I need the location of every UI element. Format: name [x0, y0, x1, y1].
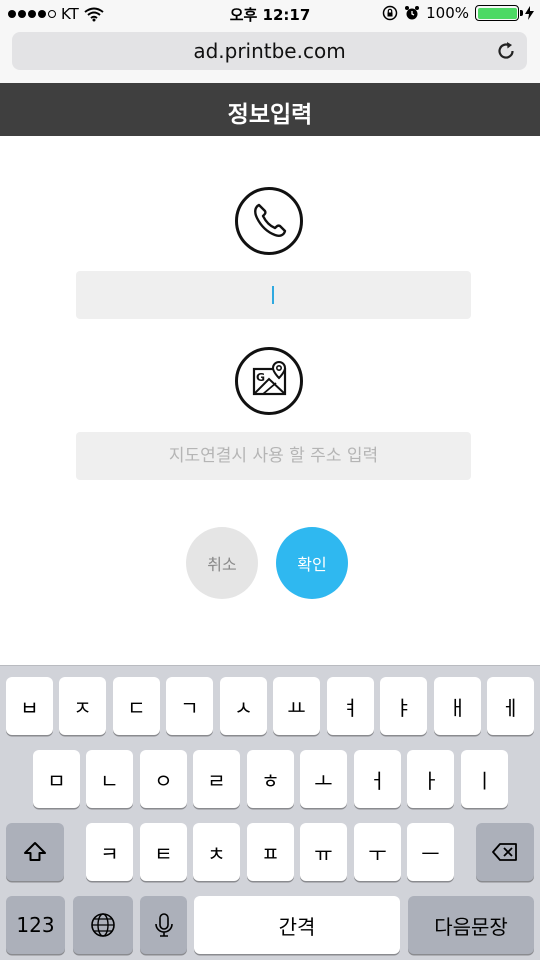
- key-r3-6[interactable]: ㅜ: [354, 823, 401, 881]
- key-r2-2[interactable]: ㄴ: [86, 750, 133, 808]
- browser-toolbar: ad.printbe.com: [0, 28, 540, 83]
- page-header: 정보입력: [0, 83, 540, 136]
- svg-text:G: G: [256, 371, 265, 384]
- key-r2-9[interactable]: ㅣ: [461, 750, 508, 808]
- backspace-key[interactable]: [476, 823, 534, 881]
- key-r2-4[interactable]: ㄹ: [193, 750, 240, 808]
- numbers-key[interactable]: 123: [6, 896, 65, 954]
- orientation-lock-icon: [382, 5, 398, 21]
- alarm-icon: [405, 6, 420, 20]
- url-text[interactable]: ad.printbe.com: [12, 39, 527, 63]
- address-bar[interactable]: ad.printbe.com: [12, 32, 527, 70]
- key-r1-4[interactable]: ㄱ: [166, 677, 213, 735]
- key-r3-1[interactable]: ㅋ: [86, 823, 133, 881]
- reload-icon[interactable]: [495, 40, 517, 62]
- key-r3-3[interactable]: ㅊ: [193, 823, 240, 881]
- shift-icon: [24, 842, 46, 861]
- key-r2-8[interactable]: ㅏ: [407, 750, 454, 808]
- microphone-icon: [154, 913, 173, 937]
- key-r1-3[interactable]: ㄷ: [113, 677, 160, 735]
- key-r1-2[interactable]: ㅈ: [59, 677, 106, 735]
- key-r1-5[interactable]: ㅅ: [220, 677, 267, 735]
- globe-icon: [91, 913, 115, 937]
- battery-icon: [475, 5, 523, 21]
- key-r3-5[interactable]: ㅠ: [300, 823, 347, 881]
- text-cursor: [272, 286, 274, 304]
- korean-keyboard: ㅂ ㅈ ㄷ ㄱ ㅅ ㅛ ㅕ ㅑ ㅐ ㅔ ㅁ ㄴ ㅇ ㄹ ㅎ ㅗ ㅓ ㅏ ㅣ ㅋ …: [0, 665, 540, 960]
- dictation-key[interactable]: [140, 896, 187, 954]
- address-input[interactable]: [76, 432, 471, 480]
- cancel-button[interactable]: 취소: [186, 527, 258, 599]
- globe-key[interactable]: [73, 896, 133, 954]
- key-r1-6[interactable]: ㅛ: [273, 677, 320, 735]
- phone-icon: [235, 187, 303, 255]
- charging-bolt-icon: [525, 6, 534, 20]
- key-r1-7[interactable]: ㅕ: [327, 677, 374, 735]
- key-r3-7[interactable]: ㅡ: [407, 823, 454, 881]
- space-key[interactable]: 간격: [194, 896, 400, 954]
- backspace-icon: [492, 843, 517, 861]
- key-r3-4[interactable]: ㅍ: [247, 823, 294, 881]
- key-r1-9[interactable]: ㅐ: [434, 677, 481, 735]
- key-r2-3[interactable]: ㅇ: [140, 750, 187, 808]
- status-bar: KT 오후 12:17 100%: [0, 0, 540, 28]
- status-right: 100%: [382, 4, 534, 22]
- key-r1-1[interactable]: ㅂ: [6, 677, 53, 735]
- key-r2-5[interactable]: ㅎ: [247, 750, 294, 808]
- key-r3-2[interactable]: ㅌ: [140, 823, 187, 881]
- key-r1-10[interactable]: ㅔ: [487, 677, 534, 735]
- shift-key[interactable]: [6, 823, 64, 881]
- key-r2-7[interactable]: ㅓ: [354, 750, 401, 808]
- battery-percent: 100%: [426, 4, 469, 22]
- key-r1-8[interactable]: ㅑ: [380, 677, 427, 735]
- page-title: 정보입력: [227, 102, 313, 128]
- key-r2-1[interactable]: ㅁ: [33, 750, 80, 808]
- return-key[interactable]: 다음문장: [408, 896, 534, 954]
- confirm-button[interactable]: 확인: [276, 527, 348, 599]
- key-r2-6[interactable]: ㅗ: [300, 750, 347, 808]
- map-location-icon: G: [235, 347, 303, 415]
